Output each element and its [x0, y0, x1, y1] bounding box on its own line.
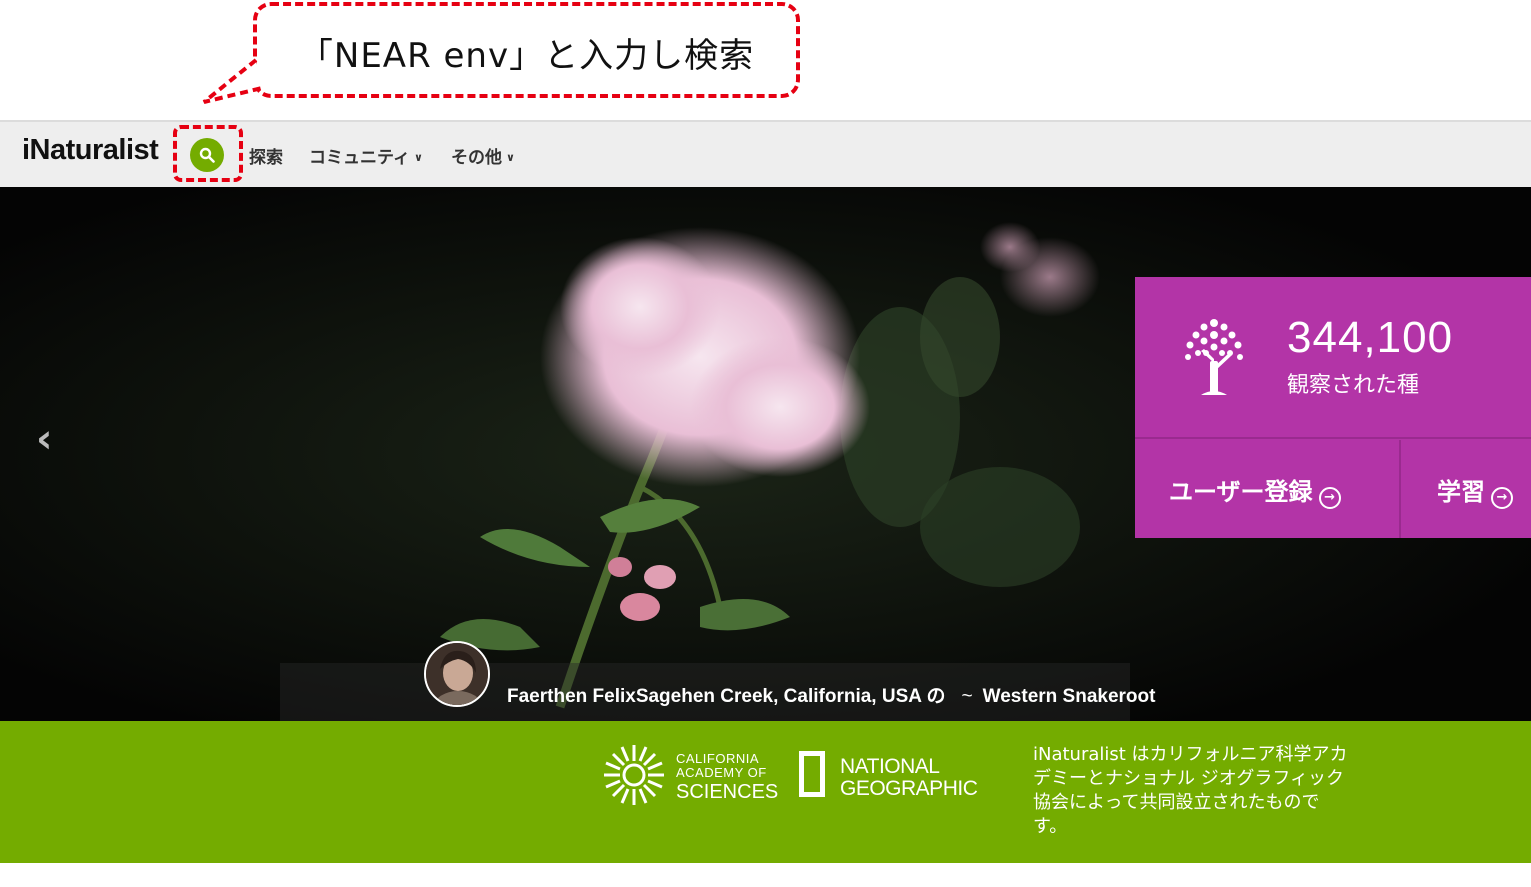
natgeo-wordmark[interactable]: NATIONAL GEOGRAPHIC	[840, 756, 978, 800]
search-highlight-box	[173, 125, 243, 182]
tree-icon	[1185, 319, 1243, 395]
photo-credit[interactable]: Faerthen FelixSagehen Creek, California,…	[507, 681, 1155, 708]
cas-wordmark[interactable]: CALIFORNIA ACADEMY OF SCIENCES	[676, 752, 778, 802]
stats-panel: 344,100 観察された種 ユーザー登録 → 学習 →	[1135, 277, 1531, 538]
hero-carousel: ‹ Faerthen FelixSagehen Creek, Californi…	[0, 187, 1531, 721]
signup-button[interactable]: ユーザー登録 →	[1135, 440, 1401, 538]
annotation-text: 「NEAR env」と入力し検索	[298, 36, 755, 76]
annotation-callout: 「NEAR env」と入力し検索	[253, 2, 800, 98]
footer-description: iNaturalist はカリフォルニア科学アカデミーとナショナル ジオグラフィ…	[1033, 744, 1348, 837]
person-icon	[426, 643, 488, 705]
credit-observer-place[interactable]: Faerthen FelixSagehen Creek, California,…	[507, 686, 946, 707]
nav-more[interactable]: その他 ∨	[451, 143, 515, 168]
observer-avatar[interactable]	[424, 641, 490, 707]
credit-species[interactable]: Western Snakeroot	[983, 686, 1156, 707]
species-count-label: 観察された種	[1287, 373, 1420, 398]
partners-band: CALIFORNIA ACADEMY OF SCIENCES NATIONAL …	[0, 721, 1531, 863]
chevron-down-icon: ∨	[506, 151, 515, 164]
callout-pointer	[202, 58, 263, 104]
national-geographic-logo[interactable]	[799, 751, 825, 797]
arrow-right-circle-icon: →	[1318, 487, 1341, 509]
nav-community[interactable]: コミュニティ ∨	[309, 143, 423, 168]
learn-button[interactable]: 学習 →	[1403, 440, 1531, 538]
chevron-down-icon: ∨	[413, 151, 423, 164]
california-academy-of-sciences-logo[interactable]	[602, 743, 666, 807]
arrow-right-circle-icon: →	[1491, 487, 1513, 509]
inaturalist-logo[interactable]: iNaturalist	[22, 134, 159, 167]
credit-separator: ~	[961, 686, 973, 707]
species-stat: 344,100 観察された種	[1135, 277, 1531, 439]
carousel-prev-button[interactable]: ‹	[36, 419, 52, 459]
nav-explore[interactable]: 探索	[249, 143, 283, 168]
species-count: 344,100	[1287, 313, 1454, 362]
